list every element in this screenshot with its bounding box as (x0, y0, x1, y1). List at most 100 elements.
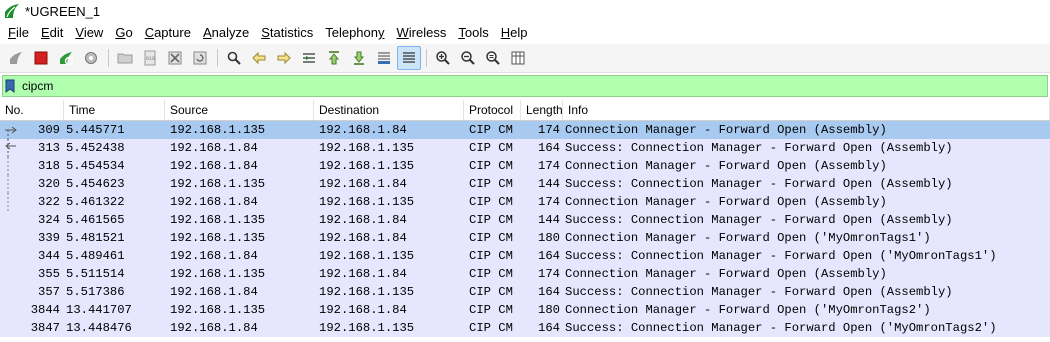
zoom-reset-icon (486, 51, 500, 65)
bookmark-icon[interactable] (5, 78, 19, 94)
cell-protocol: CIP CM (469, 159, 513, 173)
arrow-left-icon (252, 51, 266, 65)
table-row[interactable]: 322 5.461322 192.168.1.84 192.168.1.135 CIP … (0, 193, 1050, 211)
column-header-destination[interactable]: Destination (314, 100, 464, 120)
go-to-packet-button[interactable] (297, 46, 321, 70)
cell-destination: 192.168.1.135 (319, 249, 415, 263)
colorize-button[interactable] (397, 46, 421, 70)
cell-source: 192.168.1.84 (170, 249, 258, 263)
menu-statistics[interactable]: Statistics (255, 22, 319, 44)
cell-length: 164 (538, 321, 560, 335)
menu-telephony[interactable]: Telephony (319, 22, 390, 44)
cell-destination: 192.168.1.135 (319, 321, 415, 335)
menu-go[interactable]: Go (109, 22, 138, 44)
cell-protocol: CIP CM (469, 321, 513, 335)
menu-file[interactable]: File (2, 22, 35, 44)
cell-time: 5.461322 (66, 195, 125, 209)
column-header-time[interactable]: Time (64, 100, 165, 120)
cell-length: 164 (538, 249, 560, 263)
cell-source: 192.168.1.135 (170, 213, 266, 227)
last-packet-button[interactable] (347, 46, 371, 70)
table-row[interactable]: 318 5.454534 192.168.1.84 192.168.1.135 CIP … (0, 157, 1050, 175)
start-capture-button[interactable] (4, 46, 28, 70)
response-arrow-icon (2, 139, 18, 157)
packet-list: 309 5.445771 192.168.1.135 192.168.1.84 CIP … (0, 121, 1050, 337)
shark-fin-icon (10, 52, 22, 64)
go-forward-button[interactable] (272, 46, 296, 70)
packet-list-header: No. Time Source Destination Protocol Len… (0, 100, 1050, 121)
cell-source: 192.168.1.135 (170, 123, 266, 137)
menu-wireless[interactable]: Wireless (391, 22, 453, 44)
cell-info: Success: Connection Manager - Forward Op… (565, 213, 953, 227)
cell-no: 320 (0, 175, 64, 193)
cell-time: 5.452438 (66, 141, 125, 155)
table-row[interactable]: 313 5.452438 192.168.1.84 192.168.1.135 CIP … (0, 139, 1050, 157)
cell-time: 5.445771 (66, 123, 125, 137)
column-header-no[interactable]: No. (0, 100, 64, 120)
cell-time: 5.461565 (66, 213, 125, 227)
cell-protocol: CIP CM (469, 123, 513, 137)
cell-destination: 192.168.1.84 (319, 213, 407, 227)
go-back-button[interactable] (247, 46, 271, 70)
table-row[interactable]: 339 5.481521 192.168.1.135 192.168.1.84 CIP … (0, 229, 1050, 247)
menu-analyze[interactable]: Analyze (197, 22, 255, 44)
related-line-icon (2, 175, 18, 193)
menu-tools[interactable]: Tools (452, 22, 494, 44)
restart-capture-button[interactable] (54, 46, 78, 70)
close-file-button[interactable] (163, 46, 187, 70)
cell-info: Connection Manager - Forward Open (Assem… (565, 195, 887, 209)
table-row[interactable]: 320 5.454623 192.168.1.135 192.168.1.84 CIP … (0, 175, 1050, 193)
column-header-info[interactable]: Info (563, 100, 1050, 120)
stop-icon (34, 51, 48, 65)
folder-icon (117, 53, 133, 64)
menu-capture[interactable]: Capture (139, 22, 197, 44)
table-row[interactable]: 324 5.461565 192.168.1.135 192.168.1.84 CIP … (0, 211, 1050, 229)
main-toolbar: 010 (0, 44, 1050, 73)
cell-no: 3847 (30, 321, 60, 335)
table-row[interactable]: 357 5.517386 192.168.1.84 192.168.1.135 CIP … (0, 283, 1050, 301)
cell-destination: 192.168.1.135 (319, 159, 415, 173)
reload-file-button[interactable] (188, 46, 212, 70)
column-header-length[interactable]: Length (521, 100, 563, 120)
stop-capture-button[interactable] (29, 46, 53, 70)
cell-no: 344 (38, 249, 60, 263)
cell-source: 192.168.1.135 (170, 267, 266, 281)
cell-info: Success: Connection Manager - Forward Op… (565, 321, 997, 335)
resize-columns-button[interactable] (506, 46, 530, 70)
first-packet-button[interactable] (322, 46, 346, 70)
table-row[interactable]: 3847 13.448476 192.168.1.84 192.168.1.135 CI… (0, 319, 1050, 337)
table-row[interactable]: 355 5.511514 192.168.1.135 192.168.1.84 CIP … (0, 265, 1050, 283)
capture-options-button[interactable] (79, 46, 103, 70)
zoom-out-button[interactable] (456, 46, 480, 70)
cell-length: 164 (538, 141, 560, 155)
column-header-source[interactable]: Source (165, 100, 314, 120)
table-row[interactable]: 309 5.445771 192.168.1.135 192.168.1.84 CIP … (0, 121, 1050, 139)
cell-destination: 192.168.1.84 (319, 177, 407, 191)
cell-destination: 192.168.1.84 (319, 231, 407, 245)
cell-length: 164 (538, 285, 560, 299)
find-packet-button[interactable] (222, 46, 246, 70)
cell-protocol: CIP CM (469, 195, 513, 209)
cell-source: 192.168.1.84 (170, 285, 258, 299)
column-header-protocol[interactable]: Protocol (464, 100, 521, 120)
cell-length: 174 (538, 159, 560, 173)
auto-scroll-icon (378, 52, 390, 64)
resize-columns-icon (511, 51, 525, 65)
table-row[interactable]: 344 5.489461 192.168.1.84 192.168.1.135 CIP … (0, 247, 1050, 265)
menu-view[interactable]: View (69, 22, 109, 44)
arrow-top-icon (328, 51, 340, 65)
cell-length: 180 (538, 303, 560, 317)
zoom-reset-button[interactable] (481, 46, 505, 70)
zoom-in-button[interactable] (431, 46, 455, 70)
cell-no: 318 (0, 157, 64, 175)
open-file-button[interactable] (113, 46, 137, 70)
menu-edit[interactable]: Edit (35, 22, 69, 44)
table-row[interactable]: 3844 13.441707 192.168.1.135 192.168.1.84 CI… (0, 301, 1050, 319)
cell-protocol: CIP CM (469, 213, 513, 227)
save-file-button[interactable]: 010 (138, 46, 162, 70)
cell-time: 5.454534 (66, 159, 125, 173)
menu-help[interactable]: Help (495, 22, 534, 44)
display-filter-input[interactable] (22, 78, 1047, 94)
auto-scroll-button[interactable] (372, 46, 396, 70)
cell-no: 3844 (30, 303, 60, 317)
